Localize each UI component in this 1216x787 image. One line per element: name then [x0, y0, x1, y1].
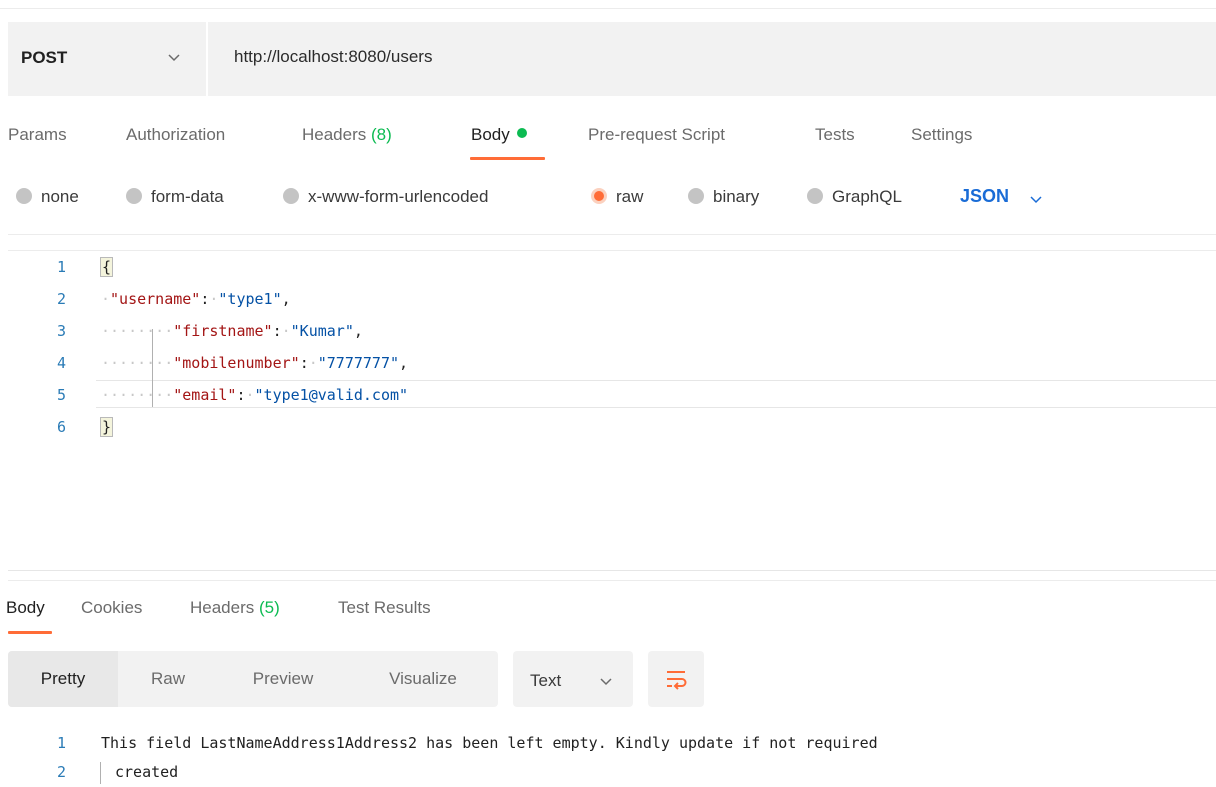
- response-divider: [8, 580, 1216, 581]
- radio-none[interactable]: none: [16, 187, 79, 211]
- json-key: "firstname": [173, 322, 273, 340]
- tab-response-headers[interactable]: Headers (5): [190, 598, 280, 618]
- json-value: "type1@valid.com": [254, 386, 409, 404]
- radio-selected-icon: [591, 188, 607, 204]
- line-number: 6: [56, 418, 66, 436]
- radio-none-label: none: [41, 187, 79, 206]
- wrap-lines-icon: [667, 671, 687, 690]
- url-divider: [206, 22, 208, 96]
- json-key: "username": [110, 290, 201, 308]
- tab-headers-label: Headers: [302, 125, 367, 144]
- body-indicator-dot: [516, 128, 527, 138]
- response-line: This field LastNameAddress1Address2 has …: [101, 734, 878, 752]
- editor-divider: [8, 250, 1216, 251]
- tab-body[interactable]: Body: [471, 125, 527, 145]
- format-select[interactable]: JSON: [960, 186, 1009, 207]
- response-body: 1 2 This field LastNameAddress1Address2 …: [0, 730, 1216, 787]
- json-value: "type1": [218, 290, 282, 308]
- code-line: ·"username":·"type1",: [101, 290, 291, 308]
- line-number: 3: [56, 322, 66, 340]
- editor-divider: [8, 234, 1216, 235]
- response-format-select[interactable]: Text: [513, 651, 633, 707]
- headers-count-badge: (8): [371, 125, 392, 144]
- active-tab-underline: [470, 157, 545, 160]
- line-number: 1: [56, 258, 66, 276]
- line-number: 2: [56, 763, 66, 781]
- radio-form-data[interactable]: form-data: [126, 187, 224, 211]
- tab-authorization[interactable]: Authorization: [126, 125, 225, 145]
- active-tab-underline: [8, 631, 52, 634]
- tab-body-label: Body: [471, 125, 510, 144]
- line-number: 2: [56, 290, 66, 308]
- request-body-editor[interactable]: 1 2 3 4 5 6 { ·"username":·"type1", ····…: [0, 254, 1216, 444]
- code-line: {: [99, 257, 114, 277]
- tab-settings[interactable]: Settings: [911, 125, 972, 145]
- open-brace: {: [99, 257, 114, 277]
- headers-count-badge: (5): [259, 598, 280, 617]
- tab-params[interactable]: Params: [8, 125, 67, 145]
- view-preview-button[interactable]: Preview: [218, 651, 348, 707]
- indent-guide: [100, 762, 101, 784]
- request-url-bar: POST http://localhost:8080/users: [8, 22, 1216, 96]
- tab-response-headers-label: Headers: [190, 598, 255, 617]
- line-number: 1: [56, 734, 66, 752]
- radio-circle-icon: [283, 188, 299, 204]
- view-visualize-button[interactable]: Visualize: [348, 651, 498, 707]
- json-key: "mobilenumber": [173, 354, 300, 372]
- radio-graphql[interactable]: GraphQL: [807, 187, 902, 211]
- url-input[interactable]: http://localhost:8080/users: [234, 47, 432, 67]
- tab-cookies[interactable]: Cookies: [81, 598, 142, 618]
- tab-tests[interactable]: Tests: [815, 125, 855, 145]
- chevron-down-icon[interactable]: [1028, 191, 1044, 207]
- method-select[interactable]: POST: [8, 22, 206, 96]
- radio-binary-label: binary: [713, 187, 760, 206]
- tab-headers[interactable]: Headers (8): [302, 125, 392, 145]
- radio-circle-icon: [807, 188, 823, 204]
- wrap-lines-button[interactable]: [648, 651, 704, 707]
- chevron-down-icon: [168, 54, 180, 62]
- code-line: }: [99, 417, 114, 437]
- tab-response-body[interactable]: Body: [6, 598, 45, 618]
- radio-raw[interactable]: raw: [591, 187, 643, 211]
- radio-urlencoded-label: x-www-form-urlencoded: [308, 187, 489, 206]
- response-line: created: [115, 763, 179, 781]
- code-line: ········"firstname":·"Kumar",: [101, 322, 363, 340]
- view-raw-button[interactable]: Raw: [118, 651, 218, 707]
- response-divider: [8, 570, 1216, 571]
- tab-test-results[interactable]: Test Results: [338, 598, 431, 618]
- radio-raw-label: raw: [616, 187, 644, 206]
- method-label: POST: [21, 48, 68, 67]
- radio-circle-icon: [16, 188, 32, 204]
- radio-circle-icon: [688, 188, 704, 204]
- code-line: ········"mobilenumber":·"7777777",: [101, 354, 409, 372]
- line-number: 4: [56, 354, 66, 372]
- json-value: "7777777": [317, 354, 400, 372]
- radio-circle-icon: [126, 188, 142, 204]
- code-line-current: ········"email":·"type1@valid.com": [96, 380, 1216, 408]
- json-key: "email": [173, 386, 237, 404]
- top-divider: [0, 8, 1216, 9]
- response-view-toggle: Pretty Raw Preview Visualize: [8, 651, 498, 707]
- view-pretty-button[interactable]: Pretty: [8, 651, 118, 707]
- radio-binary[interactable]: binary: [688, 187, 759, 211]
- radio-urlencoded[interactable]: x-www-form-urlencoded: [283, 187, 488, 211]
- radio-form-data-label: form-data: [151, 187, 224, 206]
- close-brace: }: [99, 417, 114, 437]
- chevron-down-icon: [600, 678, 612, 686]
- response-format-label: Text: [530, 671, 562, 690]
- json-value: "Kumar": [290, 322, 354, 340]
- tab-pre-request-script[interactable]: Pre-request Script: [588, 125, 725, 145]
- indent-guide: [152, 329, 153, 407]
- radio-graphql-label: GraphQL: [832, 187, 902, 206]
- line-number: 5: [56, 386, 66, 404]
